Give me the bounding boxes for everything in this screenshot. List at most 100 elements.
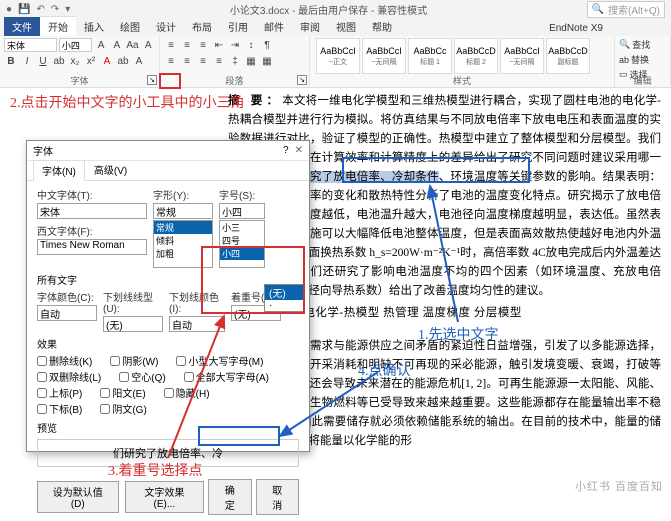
underline-icon[interactable]: U	[36, 54, 50, 68]
watermark: 小红书 百度百知	[575, 478, 663, 494]
tab-mailings[interactable]: 邮件	[256, 17, 292, 36]
group-styles: AaBbCcI~正文AaBbCcI~无间隔AaBbCc标题 1AaBbCcD标题…	[310, 36, 615, 87]
style-item[interactable]: AaBbCcI~正文	[316, 38, 360, 74]
group-edit-label: 编辑	[615, 74, 670, 87]
anno-box-emphasis	[201, 246, 305, 314]
align-center-icon[interactable]: ≡	[180, 54, 194, 68]
group-para-label: 段落	[160, 74, 309, 87]
ok-button[interactable]: 确定	[208, 479, 251, 515]
font-size-select[interactable]: 小四	[59, 38, 92, 52]
ribbon-tabs: 文件 开始 插入 绘图 设计 布局 引用 邮件 审阅 视图 帮助 EndNote…	[0, 18, 671, 36]
text-effects-button[interactable]: 文字效果(E)...	[125, 481, 205, 513]
font-dialog-launcher[interactable]: ↘	[147, 75, 157, 85]
group-editing: 🔍查找 ab替换 ▭选择 编辑	[615, 36, 671, 87]
check-smallcaps[interactable]: 小型大写字母(M)	[176, 353, 263, 368]
check-outline[interactable]: 空心(Q)	[119, 369, 165, 384]
tab-help[interactable]: 帮助	[364, 17, 400, 36]
style-item[interactable]: AaBbCc标题 1	[408, 38, 452, 74]
check-emboss[interactable]: 阳文(E)	[100, 385, 145, 400]
tab-references[interactable]: 引用	[220, 17, 256, 36]
western-font-select[interactable]: Times New Roman	[37, 239, 147, 255]
tab-design[interactable]: 设计	[148, 17, 184, 36]
check-engrave[interactable]: 阴文(G)	[100, 401, 146, 416]
border-icon[interactable]: ▦	[260, 54, 274, 68]
tab-home[interactable]: 开始	[40, 16, 76, 36]
bold-icon[interactable]: B	[4, 54, 18, 68]
redo-icon[interactable]: ↷	[51, 4, 59, 15]
check-dstrike[interactable]: 双删除线(L)	[37, 369, 101, 384]
dialog-tab-advanced[interactable]: 高级(V)	[85, 159, 136, 180]
ribbon: 宋体 小四 A A Aa A B I U ab x₂ x² A ab A 字体 …	[0, 36, 671, 88]
strike-icon[interactable]: ab	[52, 54, 66, 68]
superscript-icon[interactable]: x²	[84, 54, 98, 68]
check-sub[interactable]: 下标(B)	[37, 401, 82, 416]
tab-layout[interactable]: 布局	[184, 17, 220, 36]
check-hidden[interactable]: 隐藏(H)	[164, 385, 210, 400]
dialog-title-bar[interactable]: 字体 ? ✕	[27, 141, 309, 161]
style-item[interactable]: AaBbCcI~无间隔	[362, 38, 406, 74]
font-style-input[interactable]: 常规	[153, 203, 213, 219]
dialog-tab-font[interactable]: 字体(N)	[33, 160, 85, 181]
group-font-label: 字体	[0, 74, 159, 87]
change-case-icon[interactable]: Aa	[126, 38, 140, 52]
align-right-icon[interactable]: ≡	[196, 54, 210, 68]
multilevel-icon[interactable]: ≡	[196, 38, 210, 52]
undo-icon[interactable]: ↶	[37, 4, 45, 15]
numbering-icon[interactable]: ≡	[180, 38, 194, 52]
font-size-input[interactable]: 小四	[219, 203, 265, 219]
title-bar: ● 💾 ↶ ↷ ▾ 小论文3.docx - 最后由用户保存 - 兼容性模式 🔍 …	[0, 0, 671, 18]
align-left-icon[interactable]: ≡	[164, 54, 178, 68]
dialog-close-icon[interactable]: ✕	[295, 145, 303, 156]
font-name-select[interactable]: 宋体	[4, 38, 57, 52]
dialog-help-icon[interactable]: ?	[283, 145, 289, 156]
font-color-select[interactable]: 自动	[37, 305, 97, 321]
check-strike[interactable]: 删除线(K)	[37, 353, 92, 368]
tab-file[interactable]: 文件	[4, 17, 40, 36]
tab-endnote[interactable]: EndNote X9	[541, 21, 611, 36]
find-button[interactable]: 🔍查找	[619, 38, 666, 51]
highlight-icon[interactable]: ab	[116, 54, 130, 68]
para-dialog-launcher[interactable]: ↘	[297, 75, 307, 85]
indent-inc-icon[interactable]: ⇥	[228, 38, 242, 52]
subscript-icon[interactable]: x₂	[68, 54, 82, 68]
shading-icon[interactable]: ▦	[244, 54, 258, 68]
replace-button[interactable]: ab替换	[619, 53, 666, 66]
clear-format-icon[interactable]: A	[141, 38, 155, 52]
annotation-2: 2.点击开始中文字的小工具中的小三角	[10, 92, 245, 112]
check-super[interactable]: 上标(P)	[37, 385, 82, 400]
sort-icon[interactable]: ↕	[244, 38, 258, 52]
cancel-button[interactable]: 取消	[256, 479, 299, 515]
text-effect-icon[interactable]: A	[132, 54, 146, 68]
tab-draw[interactable]: 绘图	[112, 17, 148, 36]
group-style-label: 样式	[310, 74, 614, 87]
autosave-icon[interactable]: ●	[6, 4, 12, 15]
bullets-icon[interactable]: ≡	[164, 38, 178, 52]
document-title: 小论文3.docx - 最后由用户保存 - 兼容性模式	[70, 2, 586, 17]
chinese-font-select[interactable]: 宋体	[37, 203, 147, 219]
tab-insert[interactable]: 插入	[76, 17, 112, 36]
justify-icon[interactable]: ≡	[212, 54, 226, 68]
underline-select[interactable]: (无)	[103, 316, 163, 332]
search-icon: 🔍	[592, 4, 604, 15]
group-font: 宋体 小四 A A Aa A B I U ab x₂ x² A ab A 字体 …	[0, 36, 160, 87]
anno-box-launcher	[159, 73, 181, 89]
tab-review[interactable]: 审阅	[292, 17, 328, 36]
indent-dec-icon[interactable]: ⇤	[212, 38, 226, 52]
show-marks-icon[interactable]: ¶	[260, 38, 274, 52]
set-default-button[interactable]: 设为默认值(D)	[37, 481, 119, 513]
decrease-font-icon[interactable]: A	[110, 38, 124, 52]
check-allcaps[interactable]: 全部大写字母(A)	[184, 369, 269, 384]
save-icon[interactable]: 💾	[18, 4, 30, 15]
underline-color-select[interactable]: 自动	[169, 316, 225, 332]
style-item[interactable]: AaBbCcD副标题	[546, 38, 590, 74]
tab-view[interactable]: 视图	[328, 17, 364, 36]
style-item[interactable]: AaBbCcD标题 2	[454, 38, 498, 74]
check-shadow[interactable]: 阴影(W)	[110, 353, 158, 368]
increase-font-icon[interactable]: A	[94, 38, 108, 52]
style-item[interactable]: AaBbCcI~无间隔	[500, 38, 544, 74]
line-spacing-icon[interactable]: ‡	[228, 54, 242, 68]
font-color-icon[interactable]: A	[100, 54, 114, 68]
italic-icon[interactable]: I	[20, 54, 34, 68]
anno-box-selection	[342, 157, 530, 183]
search-box[interactable]: 🔍 搜索(Alt+Q)	[587, 1, 665, 18]
